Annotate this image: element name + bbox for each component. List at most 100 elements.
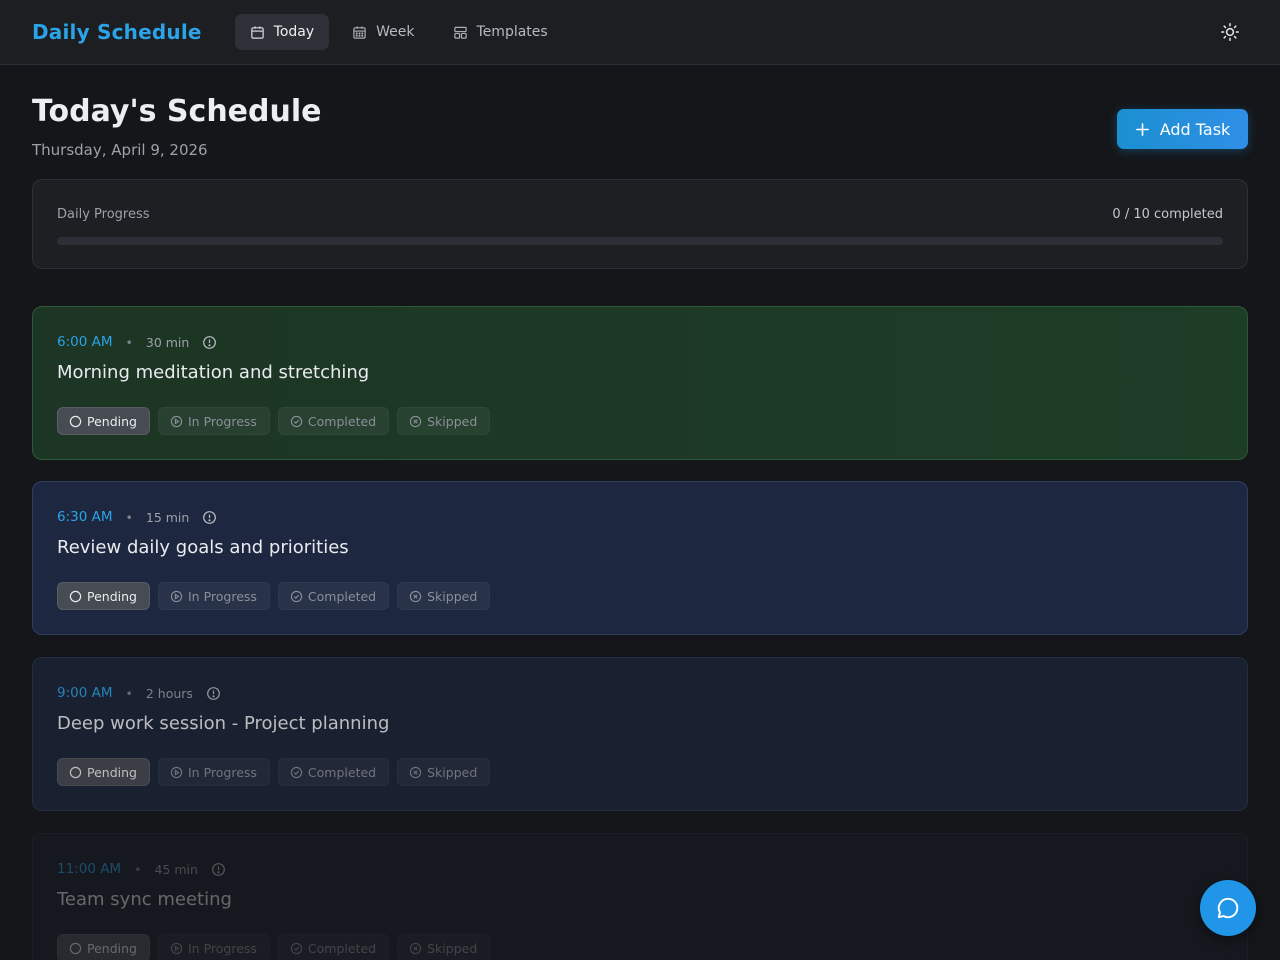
status-label: Completed <box>307 588 377 604</box>
app-brand[interactable]: Daily Schedule <box>32 20 202 44</box>
check-circle-icon <box>290 415 303 427</box>
plus-icon <box>1135 122 1149 136</box>
task-title: Team sync meeting <box>57 889 232 910</box>
task-status-group: Pending In Progress Completed Skipped <box>57 582 491 610</box>
status-label: In Progress <box>187 413 257 429</box>
calendar-icon <box>250 25 264 39</box>
main-nav: Today Week Templates <box>234 14 563 50</box>
task-duration: 2 hours <box>145 685 193 701</box>
info-icon[interactable] <box>211 862 226 877</box>
page-date: Thursday, April 9, 2026 <box>32 141 208 159</box>
status-pending-button[interactable]: Pending <box>57 934 150 960</box>
status-label: In Progress <box>187 764 257 780</box>
status-label: Skipped <box>427 413 478 429</box>
task-status-group: Pending In Progress Completed Skipped <box>57 407 491 435</box>
progress-label: Daily Progress <box>57 207 150 222</box>
play-circle-icon <box>170 590 183 602</box>
play-circle-icon <box>170 415 183 427</box>
calendar-grid-icon <box>353 25 366 39</box>
separator-dot: • <box>125 334 133 350</box>
status-pending-button[interactable]: Pending <box>57 758 150 786</box>
status-skipped-button[interactable]: Skipped <box>397 582 491 610</box>
status-in-progress-button[interactable]: In Progress <box>157 407 270 435</box>
top-navigation-bar: Daily Schedule Today Week Templates <box>0 0 1280 65</box>
status-completed-button[interactable]: Completed <box>277 582 390 610</box>
check-circle-icon <box>290 766 303 778</box>
task-title: Morning meditation and stretching <box>57 362 370 383</box>
task-time: 6:00 AM <box>57 334 113 350</box>
task-duration: 30 min <box>145 334 190 350</box>
task-card[interactable]: 6:00 AM • 30 min Morning meditation and str… <box>32 306 1248 460</box>
circle-icon <box>69 942 82 954</box>
x-circle-icon <box>409 766 422 778</box>
play-circle-icon <box>170 766 183 778</box>
status-label: In Progress <box>187 940 257 956</box>
x-circle-icon <box>409 942 422 954</box>
task-status-group: Pending In Progress Completed Skipped <box>57 758 490 786</box>
layout-icon <box>453 26 467 39</box>
task-time: 9:00 AM <box>57 685 113 701</box>
status-pending-button[interactable]: Pending <box>57 582 150 610</box>
task-status-group: Pending In Progress Completed Skipped <box>57 934 490 960</box>
nav-tab-week-label: Week <box>376 24 415 40</box>
status-completed-button[interactable]: Completed <box>277 407 390 435</box>
add-task-label: Add Task <box>1159 119 1231 139</box>
status-skipped-button[interactable]: Skipped <box>397 934 490 960</box>
play-circle-icon <box>170 942 183 954</box>
task-title: Review daily goals and priorities <box>57 537 349 558</box>
nav-tab-templates-label: Templates <box>476 24 548 40</box>
status-completed-button[interactable]: Completed <box>278 758 389 786</box>
status-skipped-button[interactable]: Skipped <box>397 758 490 786</box>
status-label: Completed <box>307 764 377 780</box>
status-completed-button[interactable]: Completed <box>278 934 389 960</box>
separator-dot: • <box>134 861 142 877</box>
status-label: Pending <box>87 588 137 604</box>
status-pending-button[interactable]: Pending <box>57 407 150 435</box>
task-duration: 15 min <box>145 509 190 525</box>
status-label: Skipped <box>427 764 478 780</box>
task-meta: 11:00 AM • 45 min <box>57 861 226 877</box>
task-card[interactable]: 11:00 AM • 45 min Team sync meeting Pending I… <box>32 833 1248 960</box>
status-label: Completed <box>307 413 377 429</box>
nav-tab-today-label: Today <box>273 24 315 40</box>
status-in-progress-button[interactable]: In Progress <box>158 758 270 786</box>
status-label: Completed <box>307 940 377 956</box>
status-label: Pending <box>87 764 137 780</box>
check-circle-icon <box>290 590 303 602</box>
sun-icon[interactable] <box>1220 22 1240 42</box>
info-icon[interactable] <box>202 510 217 525</box>
task-title: Deep work session - Project planning <box>57 713 390 734</box>
status-in-progress-button[interactable]: In Progress <box>158 934 270 960</box>
circle-icon <box>69 766 82 778</box>
x-circle-icon <box>409 415 422 427</box>
circle-icon <box>69 415 82 427</box>
status-label: Skipped <box>427 588 478 604</box>
info-icon[interactable] <box>206 686 221 701</box>
task-duration: 45 min <box>154 861 198 877</box>
task-card[interactable]: 9:00 AM • 2 hours Deep work session - Proje… <box>32 657 1248 811</box>
task-meta: 6:00 AM • 30 min <box>57 334 217 350</box>
daily-progress-card: Daily Progress 0 / 10 completed <box>32 179 1248 269</box>
circle-icon <box>69 590 82 602</box>
status-label: In Progress <box>187 588 257 604</box>
status-label: Pending <box>87 413 137 429</box>
status-in-progress-button[interactable]: In Progress <box>157 582 270 610</box>
check-circle-icon <box>290 942 303 954</box>
status-label: Pending <box>87 940 137 956</box>
task-meta: 6:30 AM • 15 min <box>57 509 217 525</box>
separator-dot: • <box>125 685 133 701</box>
chat-bubble-icon <box>1217 897 1239 919</box>
task-meta: 9:00 AM • 2 hours <box>57 685 221 701</box>
chat-button[interactable] <box>1200 880 1256 936</box>
status-label: Skipped <box>427 940 478 956</box>
info-icon[interactable] <box>202 335 217 350</box>
nav-tab-today[interactable]: Today <box>234 14 330 50</box>
x-circle-icon <box>409 590 422 602</box>
status-skipped-button[interactable]: Skipped <box>397 407 491 435</box>
separator-dot: • <box>125 509 133 525</box>
page-title: Today's Schedule <box>32 94 322 129</box>
nav-tab-week[interactable]: Week <box>337 14 429 50</box>
add-task-button[interactable]: Add Task <box>1117 109 1248 149</box>
task-card[interactable]: 6:30 AM • 15 min Review daily goals and pri… <box>32 481 1248 635</box>
nav-tab-templates[interactable]: Templates <box>438 14 563 50</box>
